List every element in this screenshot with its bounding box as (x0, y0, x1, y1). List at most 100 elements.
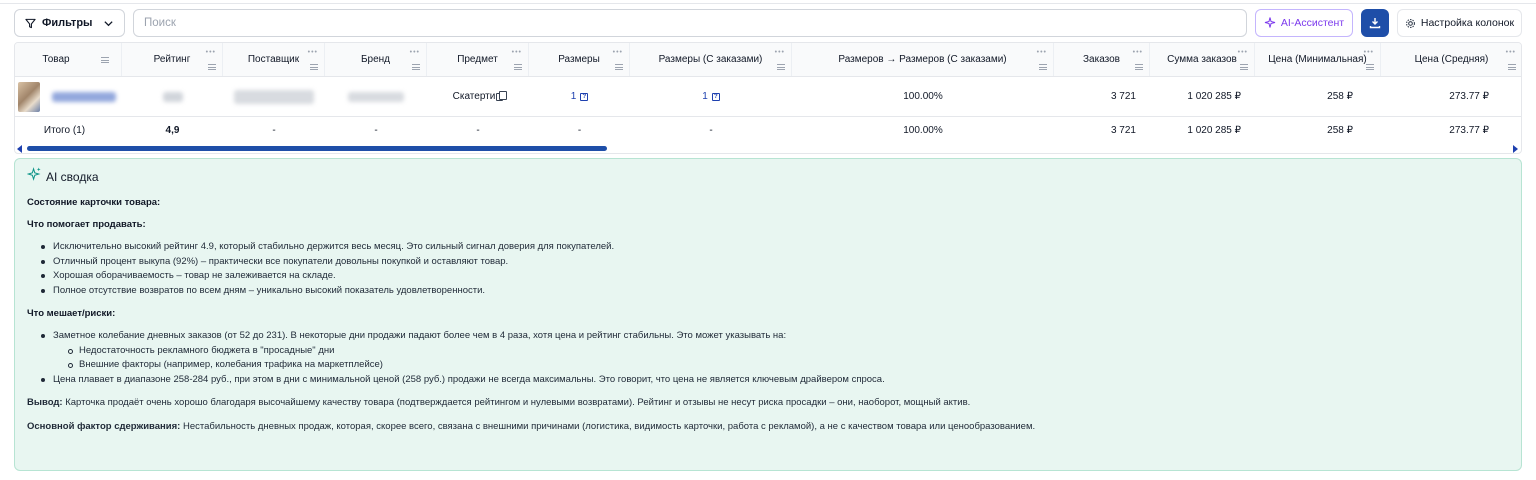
column-header-orders-sum[interactable]: Сумма заказов ••• (1150, 43, 1255, 76)
total-label-cell: Итого (1) (15, 117, 122, 143)
more-icon[interactable]: ••• (1238, 49, 1248, 56)
scroll-right-arrow-icon[interactable] (1513, 145, 1518, 153)
column-menu-icon[interactable] (1135, 64, 1143, 70)
table-total-row: Итого (1) 4,9 - - - - - 100.00% 3 721 1 … (15, 117, 1521, 143)
more-icon[interactable]: ••• (1133, 49, 1143, 56)
column-menu-icon[interactable] (310, 64, 318, 70)
product-thumbnail[interactable] (18, 81, 40, 112)
copy-icon[interactable] (496, 90, 508, 101)
orders-sum-cell: 1 020 285 ₽ (1150, 77, 1255, 116)
column-header-price-min[interactable]: Цена (Минимальная) ••• (1255, 43, 1381, 76)
risks-list-continued: Цена плавает в диапазоне 258-284 руб., п… (27, 373, 1509, 388)
header-label: Предмет (457, 54, 498, 65)
header-label: Заказов (1083, 54, 1120, 65)
total-brand: - (374, 124, 378, 136)
scrollbar-thumb[interactable] (27, 146, 607, 151)
column-header-orders[interactable]: Заказов ••• (1054, 43, 1150, 76)
column-settings-button[interactable]: Настройка колонок (1397, 9, 1522, 37)
column-menu-icon[interactable] (208, 64, 216, 70)
column-menu-icon[interactable] (1039, 64, 1047, 70)
column-header-product[interactable]: Товар (15, 43, 122, 76)
column-menu-icon[interactable] (412, 64, 420, 70)
more-icon[interactable]: ••• (308, 49, 318, 56)
column-menu-icon[interactable] (777, 64, 785, 70)
product-cell[interactable] (15, 77, 122, 116)
more-icon[interactable]: ••• (1037, 49, 1047, 56)
header-label: Размеры (558, 54, 600, 65)
list-item: Хорошая оборачиваемость – товар не залеж… (27, 269, 1509, 284)
horizontal-scrollbar[interactable] (15, 143, 1521, 153)
gear-icon (1405, 18, 1415, 28)
header-label: Рейтинг (153, 54, 191, 65)
total-subject: - (476, 124, 480, 136)
ai-assistant-button[interactable]: AI-Ассистент (1255, 9, 1353, 37)
ai-summary-header: AI сводка (27, 166, 1509, 184)
column-header-sizes-with-orders[interactable]: Размеры (С заказами) ••• (630, 43, 792, 76)
column-header-rating[interactable]: Рейтинг ••• (122, 43, 223, 76)
scroll-left-arrow-icon[interactable] (17, 145, 22, 153)
list-item: Недостаточность рекламного бюджета в "пр… (27, 344, 1509, 359)
total-sizes: - (577, 124, 582, 136)
sizes-with-orders-cell: 1? (630, 77, 792, 116)
header-label: Товар (42, 54, 70, 65)
total-price-avg-cell: 273.77 ₽ (1381, 117, 1521, 143)
top-divider (0, 0, 1536, 4)
column-menu-icon[interactable] (615, 64, 623, 70)
rating-redacted (162, 91, 183, 102)
column-header-supplier[interactable]: Поставщик ••• (223, 43, 325, 76)
total-price-min: 258 ₽ (1327, 124, 1353, 136)
toolbar: Фильтры AI-Ассистент Настройка колонок (14, 9, 1522, 37)
filters-button[interactable]: Фильтры (14, 9, 125, 37)
column-menu-icon[interactable] (1508, 64, 1516, 70)
sparkle-icon (1264, 17, 1276, 28)
ai-assistant-label: AI-Ассистент (1280, 17, 1345, 29)
price-avg-cell: 273.77 ₽ (1381, 77, 1521, 116)
column-header-sizes-ratio[interactable]: Размеров → Размеров (С заказами) ••• (792, 43, 1054, 76)
risks-heading: Что мешает/риски: (27, 308, 116, 319)
more-icon[interactable]: ••• (512, 49, 522, 56)
more-icon[interactable]: ••• (613, 49, 623, 56)
total-sizes-cell: - (529, 117, 630, 143)
orders-cell: 3 721 (1054, 77, 1150, 116)
conclusion-label: Вывод: (27, 397, 63, 408)
total-brand-cell: - (325, 117, 427, 143)
filter-icon (25, 18, 36, 28)
info-icon[interactable]: ? (580, 92, 589, 101)
ai-summary-panel: AI сводка Состояние карточки товара: Что… (14, 158, 1522, 471)
search-input[interactable] (133, 9, 1247, 37)
column-header-brand[interactable]: Бренд ••• (325, 43, 427, 76)
info-icon[interactable]: ? (711, 92, 720, 101)
column-menu-icon[interactable] (514, 64, 522, 70)
sizes-with-orders-value: 1 (702, 91, 708, 102)
column-header-sizes[interactable]: Размеры ••• (529, 43, 630, 76)
orders-sum-value: 1 020 285 ₽ (1187, 91, 1241, 102)
card-state-heading: Состояние карточки товара: (27, 197, 161, 208)
products-table: Товар Рейтинг ••• Поставщик ••• Бренд ••• П… (14, 42, 1522, 154)
total-orders-sum-cell: 1 020 285 ₽ (1150, 117, 1255, 143)
subject-cell: Скатерти (427, 77, 529, 116)
rating-cell (122, 77, 223, 116)
column-menu-icon[interactable] (101, 57, 109, 63)
price-avg-value: 273.77 ₽ (1449, 91, 1489, 102)
more-icon[interactable]: ••• (1364, 49, 1374, 56)
column-menu-icon[interactable] (1240, 64, 1248, 70)
conclusion-paragraph: Вывод: Карточка продаёт очень хорошо бла… (27, 396, 1509, 411)
product-name-redacted[interactable] (52, 91, 116, 102)
total-rating-cell: 4,9 (122, 117, 223, 143)
more-icon[interactable]: ••• (775, 49, 785, 56)
total-sizes-ratio-cell: 100.00% (792, 117, 1054, 143)
more-icon[interactable]: ••• (410, 49, 420, 56)
list-item: Заметное колебание дневных заказов (от 5… (27, 329, 1509, 344)
table-header-row: Товар Рейтинг ••• Поставщик ••• Бренд ••• П… (15, 43, 1521, 77)
column-menu-icon[interactable] (1366, 64, 1374, 70)
column-settings-label: Настройка колонок (1420, 17, 1515, 29)
more-icon[interactable]: ••• (206, 49, 216, 56)
list-item: Цена плавает в диапазоне 258-284 руб., п… (27, 373, 1509, 388)
download-button[interactable] (1361, 9, 1389, 37)
sizes-ratio-value: 100.00% (903, 91, 943, 102)
header-label: Размеров → Размеров (С заказами) (838, 54, 1007, 65)
column-header-price-avg[interactable]: Цена (Средняя) ••• (1381, 43, 1521, 76)
column-header-subject[interactable]: Предмет ••• (427, 43, 529, 76)
total-sizes-with-orders: - (709, 124, 713, 136)
more-icon[interactable]: ••• (1506, 49, 1516, 56)
